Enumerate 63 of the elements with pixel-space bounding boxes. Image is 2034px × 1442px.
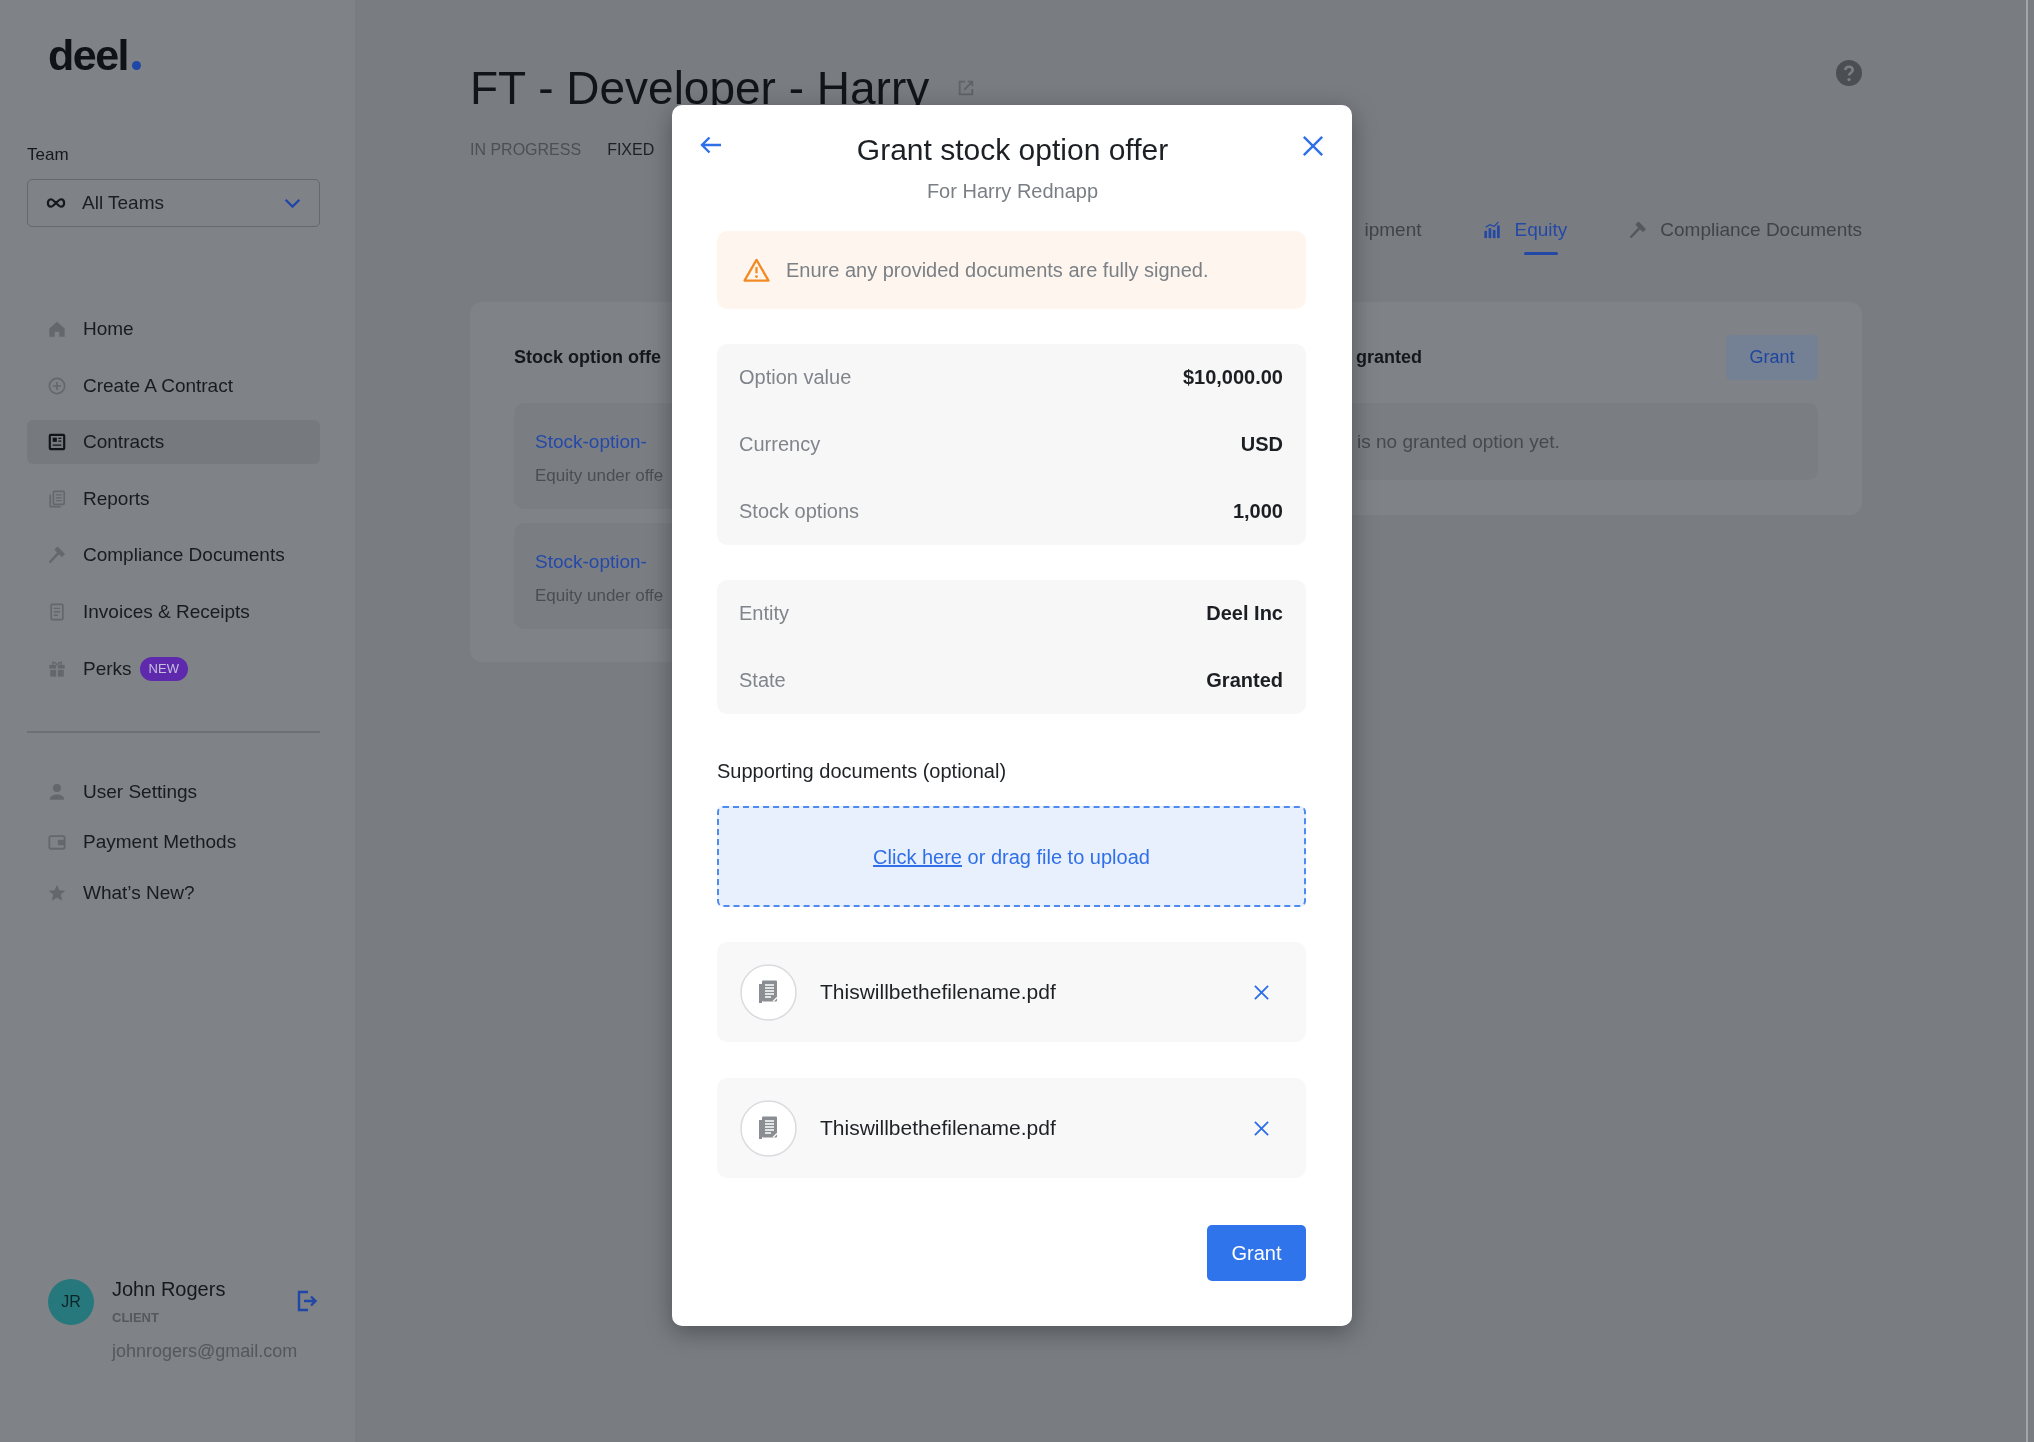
upload-link[interactable]: Click here — [873, 845, 962, 868]
detail-label: Currency — [739, 433, 821, 456]
tab[interactable]: Compliance Documents — [1629, 218, 1862, 255]
plus-circle-icon — [48, 376, 66, 395]
person-icon — [48, 782, 66, 801]
home-icon — [48, 320, 66, 338]
detail-value: $10,000.00 — [1182, 366, 1283, 389]
detail-label: State — [739, 669, 786, 692]
detail-label: Stock options — [739, 500, 860, 523]
sidebar-item[interactable]: Create A Contract — [27, 363, 320, 408]
x-icon[interactable] — [1253, 1119, 1270, 1137]
receipt-icon — [48, 602, 66, 621]
sidebar-item[interactable]: Contracts — [27, 420, 320, 465]
avatar: JR — [48, 1279, 94, 1325]
card-title: Stock option offe — [514, 347, 661, 368]
close-icon[interactable] — [1302, 135, 1324, 157]
contract-type-label: FIXED — [607, 140, 655, 160]
section-label: Supporting documents (optional) — [717, 759, 1007, 784]
detail-value: Granted — [1206, 669, 1283, 692]
document-icon — [740, 963, 797, 1021]
sidebar-item[interactable]: Payment Methods — [27, 820, 320, 865]
sidebar-item[interactable]: Compliance Documents — [27, 533, 320, 578]
logout-icon[interactable] — [296, 1290, 318, 1312]
warning-icon — [743, 258, 770, 282]
modal-subtitle: For Harry Rednapp — [926, 179, 1099, 204]
grant-button[interactable]: Grant — [1207, 1225, 1306, 1281]
new-badge: NEW — [139, 656, 188, 681]
wallet-icon — [48, 833, 66, 852]
sidebar-item[interactable]: Home — [27, 307, 320, 351]
page-title: FT - Developer - Harry — [470, 61, 930, 116]
pages-icon — [48, 489, 66, 508]
detail-value: USD — [1240, 433, 1283, 456]
document-icon — [740, 1099, 797, 1157]
sidebar-item[interactable]: What’s New? — [27, 870, 320, 915]
user-name: John Rogers — [112, 1277, 226, 1302]
sidebar-item[interactable]: Perks NEW — [27, 646, 320, 691]
sidebar-item[interactable]: User Settings — [27, 769, 320, 814]
logo: deel — [48, 32, 142, 78]
team-select[interactable]: All Teams — [27, 179, 320, 227]
modal-title: Grant stock option offer — [856, 132, 1169, 168]
bar-chart-icon — [1483, 221, 1502, 239]
upload-dropzone[interactable]: Click here or drag file to upload — [717, 806, 1306, 907]
x-icon[interactable] — [1253, 983, 1270, 1001]
team-label: Team — [27, 144, 69, 166]
hammer-icon — [1629, 221, 1648, 239]
hammer-icon — [48, 546, 66, 565]
sidebar-item[interactable]: Reports — [27, 476, 320, 521]
chevron-down-icon — [284, 197, 301, 209]
sidebar-item[interactable]: Invoices & Receipts — [27, 589, 320, 634]
infinity-icon — [46, 198, 66, 208]
upload-prompt: Click here or drag file to upload — [873, 844, 1150, 870]
detail-value: 1,000 — [1232, 500, 1283, 523]
gift-icon — [48, 659, 66, 678]
tab[interactable]: ipment — [1364, 218, 1422, 255]
detail-label: Option value — [739, 366, 852, 389]
detail-value: Deel Inc — [1206, 602, 1283, 625]
card-title: granted — [1356, 347, 1422, 368]
file-name: Thiswillbethefilename.pdf — [820, 1116, 1056, 1140]
file-name: Thiswillbethefilename.pdf — [820, 980, 1056, 1004]
detail-label: Entity — [739, 602, 790, 625]
warning-text: Enure any provided documents are fully signed. — [786, 258, 1209, 282]
star-icon — [48, 883, 66, 902]
document-icon — [48, 433, 66, 452]
